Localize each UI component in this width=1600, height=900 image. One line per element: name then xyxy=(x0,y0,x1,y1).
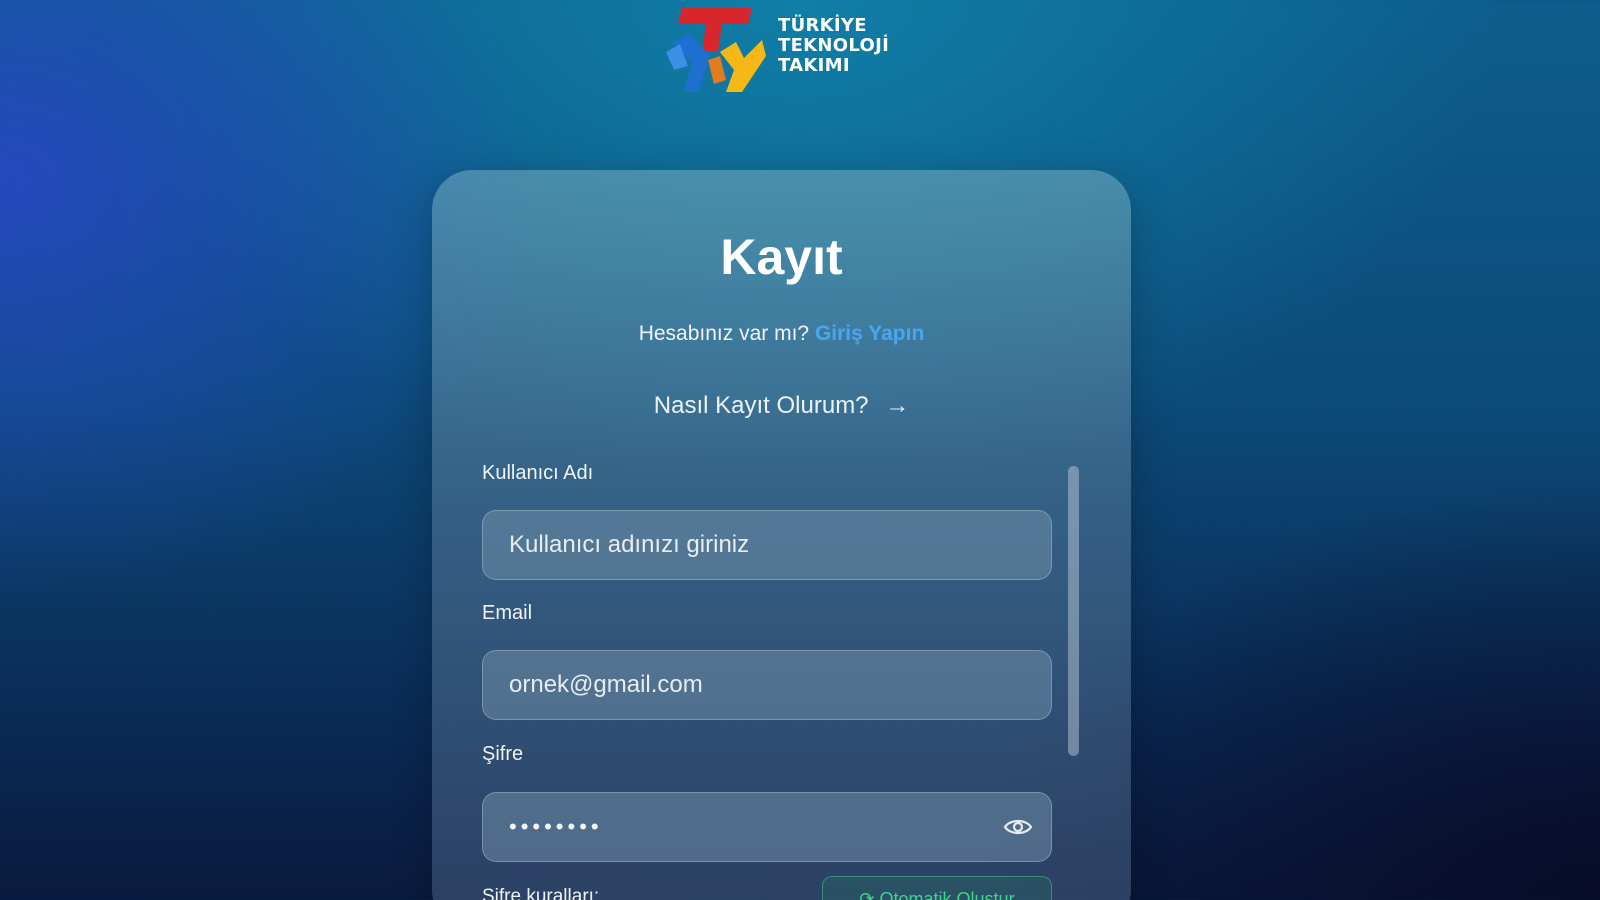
how-to-register-link[interactable]: Nasıl Kayıt Olurum? → xyxy=(432,392,1131,420)
logo-line-2: TEKNOLOJİ xyxy=(778,35,890,56)
logo-line-1: TÜRKİYE xyxy=(778,15,867,36)
password-label: Şifre xyxy=(482,743,524,765)
logo-line-3: TAKIMI xyxy=(778,55,850,76)
auto-generate-button[interactable]: ⟳ Otomatik Oluştur xyxy=(822,876,1052,900)
logo-wordmark: TÜRKİYE TEKNOLOJİ TAKIMI xyxy=(778,16,889,76)
email-label: Email xyxy=(482,602,533,624)
username-label: Kullanıcı Adı xyxy=(482,462,594,484)
how-to-register-label: Nasıl Kayıt Olurum? xyxy=(653,392,869,419)
email-placeholder: ornek@gmail.com xyxy=(509,671,703,698)
ttt-logo: TÜRKİYE TEKNOLOJİ TAKIMI xyxy=(662,0,902,95)
page-title: Kayıt xyxy=(720,229,843,285)
auto-generate-label: Otomatik Oluştur xyxy=(879,889,1015,900)
form-scrollbar[interactable] xyxy=(1068,466,1079,756)
show-password-eye-icon[interactable] xyxy=(1003,815,1033,846)
login-link[interactable]: Giriş Yapın xyxy=(815,322,924,345)
password-input[interactable]: •••••••• xyxy=(482,792,1052,862)
email-input[interactable]: ornek@gmail.com xyxy=(482,650,1052,720)
register-card: Kayıt Hesabınız var mı? Giriş Yapın Nası… xyxy=(432,170,1131,900)
refresh-icon: ⟳ xyxy=(859,889,875,900)
username-placeholder: Kullanıcı adınızı giriniz xyxy=(509,531,750,558)
ttt-logo-mark-icon xyxy=(666,8,766,92)
login-prompt: Hesabınız var mı? Giriş Yapın xyxy=(432,322,1131,346)
password-rules-label: Şifre kuralları: xyxy=(482,886,600,900)
have-account-text: Hesabınız var mı? xyxy=(638,322,810,345)
arrow-right-icon: → xyxy=(885,392,910,419)
username-input[interactable]: Kullanıcı adınızı giriniz xyxy=(482,510,1052,580)
password-value: •••••••• xyxy=(509,814,603,839)
